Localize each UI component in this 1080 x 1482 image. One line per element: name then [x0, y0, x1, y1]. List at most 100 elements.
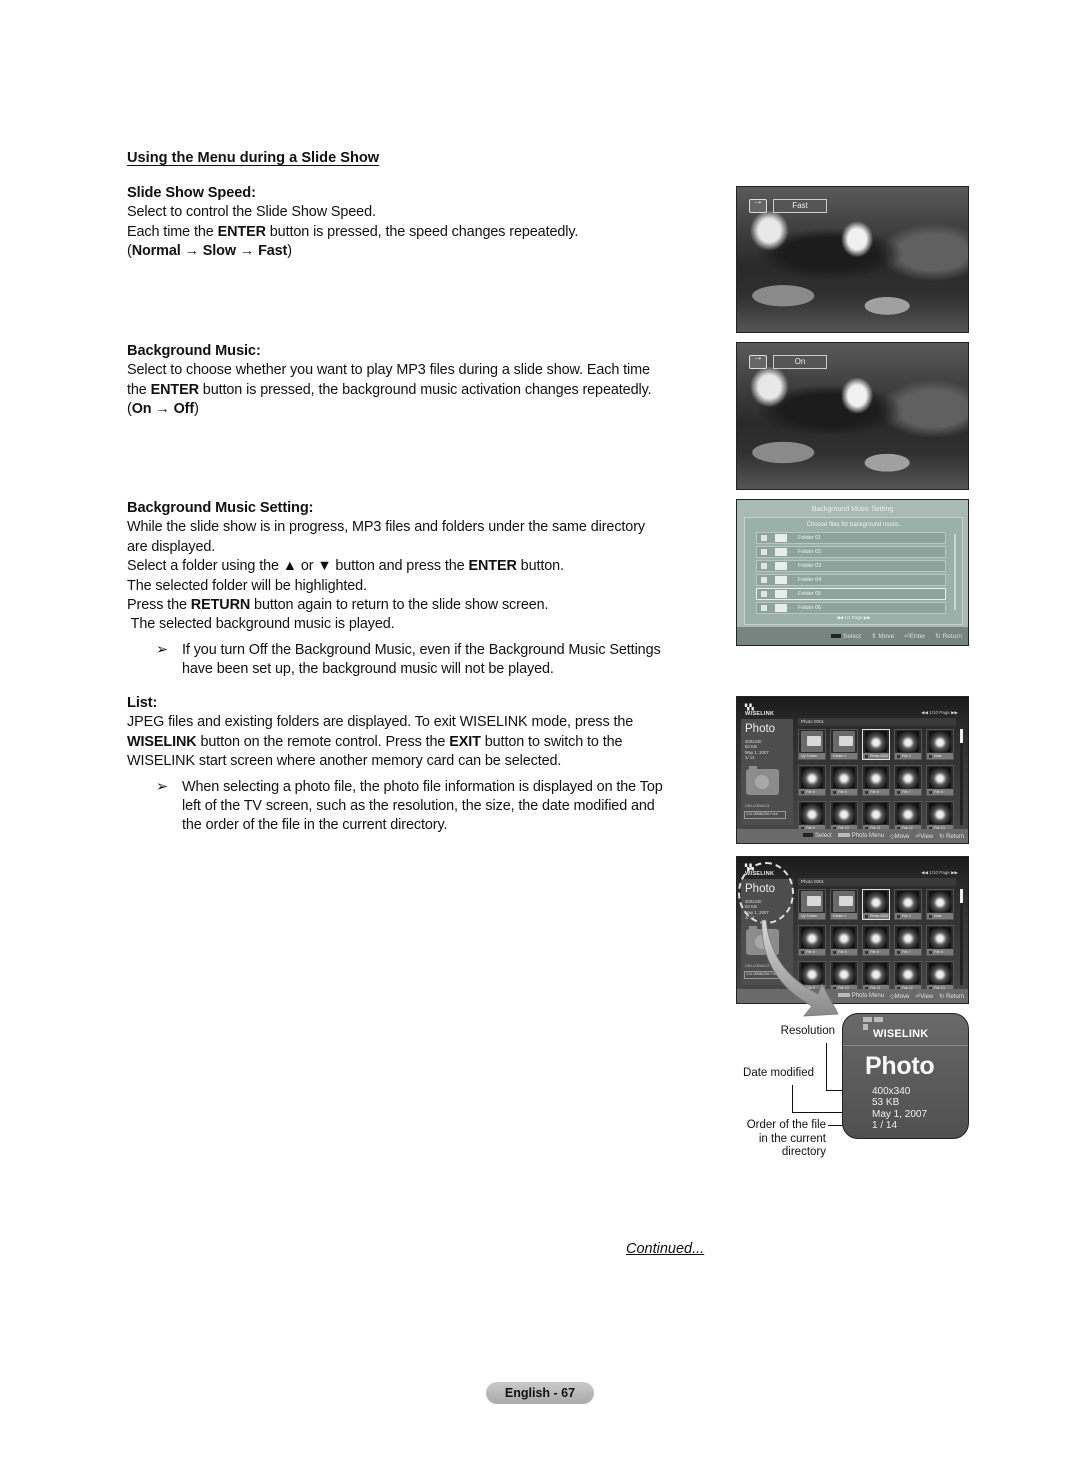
folder-icon: [801, 731, 823, 752]
photo-tile[interactable]: Note: [926, 889, 954, 920]
photo-tile[interactable]: File 11: [862, 961, 890, 992]
device-name: CELLGDA2.0: [745, 803, 770, 808]
photo-tile[interactable]: File 12: [894, 961, 922, 992]
bgm-folder-row[interactable]: Folder 05: [756, 588, 946, 600]
photo-thumbnail: [929, 767, 951, 788]
callout-arrow-icon: [761, 919, 839, 1017]
photo-tile[interactable]: Note: [926, 729, 954, 760]
checkbox[interactable]: [761, 563, 767, 569]
music-setting-note: ➢ If you turn Off the Background Music, e…: [156, 641, 661, 678]
view-hint: ⏎View: [915, 993, 934, 1000]
select-hint: Select: [803, 833, 832, 839]
file-info-line: 1/ 14: [745, 755, 755, 761]
photo-tile[interactable]: File 13: [926, 961, 954, 992]
list-line-1: JPEG files and existing folders are disp…: [127, 714, 634, 731]
photo-tile[interactable]: File 2: [894, 889, 922, 920]
osd-bar: On: [749, 352, 827, 369]
photo-thumbnail: [929, 803, 951, 824]
slideshow-icon: [749, 352, 767, 369]
folder-tile[interactable]: Up Folder: [798, 889, 826, 920]
folder-icon: [775, 576, 787, 584]
tile-label: Up Folder: [799, 753, 825, 759]
leader-line: [826, 1043, 827, 1091]
folder-icon: [775, 562, 787, 570]
date-modified-label: Date modified: [743, 1067, 814, 1079]
bgm-folder-row[interactable]: Folder 04: [756, 574, 946, 586]
photo-tile[interactable]: File 10: [830, 801, 858, 832]
tile-label: File 8: [927, 949, 953, 955]
music-setting-line-1: While the slide show is in progress, MP3…: [127, 519, 645, 536]
list-scrollbar[interactable]: [960, 729, 963, 825]
background-music-section: Background Music: Select to choose wheth…: [127, 342, 727, 420]
music-sequence: (On → Off): [127, 401, 199, 418]
list-footer: Select Photo Menu ◇Move ⏎View ↻ Return: [737, 829, 968, 843]
photo-tile[interactable]: File 11: [862, 801, 890, 832]
checkbox[interactable]: [761, 577, 767, 583]
checkbox[interactable]: [761, 549, 767, 555]
osd-bar: Fast: [749, 196, 827, 213]
photo-tile[interactable]: File 6: [798, 765, 826, 796]
photo-tile[interactable]: File 12: [894, 801, 922, 832]
music-heading: Background Music:: [127, 343, 261, 359]
photo-thumbnail: [865, 803, 887, 824]
photo-tile[interactable]: File 2: [894, 729, 922, 760]
tile-label: File 7: [895, 789, 921, 795]
folder-tile[interactable]: Folder 1: [830, 729, 858, 760]
speed-heading: Slide Show Speed:: [127, 185, 256, 201]
bgm-folder-row[interactable]: Folder 02: [756, 546, 946, 558]
photo-tile[interactable]: File 7: [894, 925, 922, 956]
speed-line-1: Select to control the Slide Show Speed.: [127, 204, 376, 221]
music-setting-line-3: Select a folder using the ▲ or ▼ button …: [127, 558, 564, 575]
bgm-select-hint: Select: [831, 633, 861, 640]
photo-tile[interactable]: File 13: [926, 801, 954, 832]
folder-name: Folder 04: [798, 577, 822, 583]
folder-tile[interactable]: Folder 1: [830, 889, 858, 920]
bgm-scrollbar[interactable]: [954, 534, 956, 610]
file-info: 400x340 53 KB May 1, 2007 1/ 14: [745, 739, 769, 761]
callout-title: Photo: [865, 1052, 935, 1080]
folder-icon: [833, 891, 855, 912]
music-setting-line-4: The selected folder will be highlighted.: [127, 577, 367, 594]
checkbox[interactable]: [761, 605, 767, 611]
tile-label: File 6: [863, 949, 889, 955]
folder-name: Folder 01: [798, 535, 822, 541]
list-scrollbar[interactable]: [960, 889, 963, 985]
photo-tile[interactable]: File 6: [862, 925, 890, 956]
bgm-panel-title: Background Music Setting: [811, 506, 894, 513]
move-hint: ◇Move: [890, 993, 910, 1000]
tile-label: File 2: [895, 753, 921, 759]
photo-thumbnail: [897, 963, 919, 984]
photo-tile[interactable]: File 8: [926, 765, 954, 796]
date-value: May 1, 2007: [872, 1108, 928, 1120]
photo-tile[interactable]: File 7: [894, 765, 922, 796]
speed-osd-value: Fast: [773, 199, 827, 213]
photo-tile[interactable]: Photo 0001: [862, 889, 890, 920]
checkbox[interactable]: [761, 591, 767, 597]
continued-link: Continued...: [626, 1241, 705, 1257]
bgm-folder-row[interactable]: Folder 06: [756, 602, 946, 614]
bgm-enter-hint: ⏎Enter: [904, 633, 926, 640]
bgm-folder-row[interactable]: Folder 03: [756, 560, 946, 572]
highlight-circle: [738, 862, 794, 924]
list-line-3: WISELINK start screen where another memo…: [127, 753, 562, 770]
folder-tile[interactable]: Up Folder: [798, 729, 826, 760]
bgm-folder-row[interactable]: Folder 01: [756, 532, 946, 544]
file-info-callout: WISELINK Photo 400x340 53 KB May 1, 2007…: [842, 1013, 969, 1139]
photo-tile[interactable]: File 5: [830, 765, 858, 796]
photo-tile[interactable]: File 8: [926, 925, 954, 956]
size-value: 53 KB: [872, 1097, 900, 1109]
photo-tile[interactable]: File 9: [798, 801, 826, 832]
wiselink-list-screenshot: ▚▚ WISELINK ◀◀ 1/10 Page ▶▶ Photo 400x340…: [736, 696, 969, 844]
folder-name: Folder 05: [798, 591, 822, 597]
bgm-footer: Select ⇕ Move ⏎Enter ↻ Return: [737, 627, 968, 645]
photo-tile[interactable]: Photo 0001: [862, 729, 890, 760]
photo-thumbnail: [865, 927, 887, 948]
photo-thumbnail: [897, 891, 919, 912]
list-line-2: WISELINK button on the remote control. P…: [127, 733, 623, 750]
tile-label: Note: [927, 913, 953, 919]
photo-tile[interactable]: File 6: [862, 765, 890, 796]
tile-label: File 8: [927, 789, 953, 795]
slide-show-speed-section: Slide Show Speed: Select to control the …: [127, 184, 727, 262]
wiselink-logo: WISELINK: [873, 1028, 929, 1040]
checkbox[interactable]: [761, 535, 767, 541]
